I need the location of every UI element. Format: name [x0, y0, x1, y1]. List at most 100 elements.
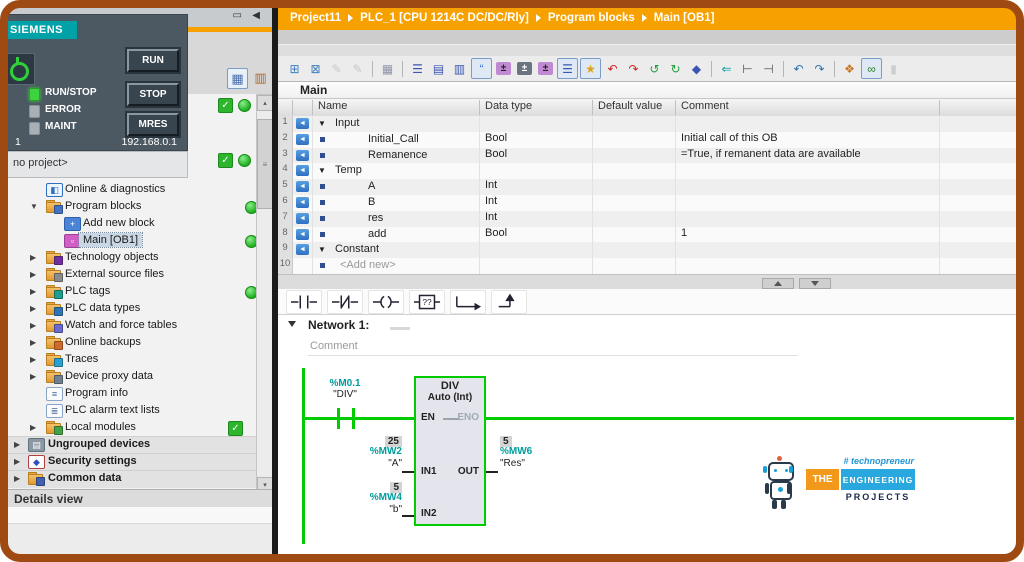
cell-default-value[interactable] [593, 147, 676, 164]
auto-rewire-icon[interactable]: ✎ [327, 59, 346, 78]
chevron-right-icon[interactable]: ▶ [30, 355, 36, 364]
monitoring-toggle-icon[interactable]: ∞ [861, 58, 882, 79]
mres-button[interactable]: MRES [127, 113, 179, 136]
empty-box-icon[interactable]: ?? [409, 289, 445, 314]
sidebar-item-traces[interactable]: ▶ Traces [6, 351, 272, 368]
cell-data-type[interactable] [480, 258, 593, 274]
table-row[interactable]: 7 ◄ res Int [278, 210, 1018, 227]
cell-data-type[interactable] [480, 163, 593, 180]
open-branch-icon[interactable] [450, 289, 486, 314]
cell-comment[interactable]: Initial call of this OB [676, 131, 940, 148]
splitter-expand-down-icon[interactable] [799, 278, 831, 289]
chevron-down-icon[interactable]: ▼ [30, 202, 38, 211]
sidebar-item-plc-data-types[interactable]: ▶ PLC data types [6, 300, 272, 317]
sidebar-item-program-blocks[interactable]: ▼ Program blocks [6, 198, 272, 215]
in1-address[interactable]: %MW2 [338, 446, 402, 458]
sidebar-item-online-diagnostics[interactable]: ◧ Online & diagnostics [6, 181, 272, 198]
table-row[interactable]: 4 ◄ ▼ Temp [278, 163, 1018, 180]
block-calls-icon[interactable]: ▦ [378, 59, 397, 78]
cell-default-value[interactable] [593, 258, 676, 274]
chevron-right-icon[interactable]: ▶ [30, 321, 36, 330]
table-row[interactable]: 1 ◄ ▼ Input [278, 116, 1018, 132]
negative-edge-icon[interactable]: ⊣ [759, 59, 778, 78]
block-mode[interactable]: Auto (Int) [416, 392, 484, 403]
cell-name[interactable]: B [313, 195, 480, 211]
sidebar-item-online-backups[interactable]: ▶ Online backups [6, 334, 272, 351]
sidebar-item-plc-alarm-text-lists[interactable]: ≣ PLC alarm text lists [6, 402, 272, 419]
cell-name[interactable]: <Add new> [313, 258, 480, 274]
cell-data-type[interactable] [480, 116, 593, 132]
contact-address[interactable]: %M0.1 [310, 378, 380, 389]
sidebar-item-device-proxy-data[interactable]: ▶ Device proxy data [6, 368, 272, 385]
collapse-networks-icon[interactable]: ▥ [450, 59, 469, 78]
table-row[interactable]: 5 ◄ A Int [278, 179, 1018, 195]
section-collapse-icon[interactable]: ▼ [318, 167, 326, 175]
favorites-wand-icon[interactable]: ★ [580, 58, 601, 79]
insert-network-icon[interactable]: ⊞ [285, 59, 304, 78]
sidebar-item-local-modules[interactable]: ▶ Local modules ✓ [6, 419, 272, 436]
no-contact-icon[interactable] [286, 289, 322, 314]
contact-operand-label[interactable]: %M0.1 "DIV" [310, 378, 380, 400]
cell-name[interactable]: Initial_Call [313, 131, 480, 148]
table-row[interactable]: 9 ◄ ▼ Constant [278, 242, 1018, 259]
breadcrumb-project[interactable]: Project11 [290, 12, 341, 24]
cell-name[interactable]: ▼ Temp [313, 163, 480, 180]
details-view-header[interactable]: Details view [6, 489, 272, 507]
header-default-value[interactable]: Default value [593, 100, 676, 115]
in2-address[interactable]: %MW4 [338, 492, 402, 504]
in1-operand[interactable]: 25 %MW2 "A" [338, 434, 402, 470]
cell-default-value[interactable] [593, 226, 676, 243]
section-collapse-icon[interactable]: ▼ [318, 246, 326, 254]
cell-comment[interactable] [676, 210, 940, 227]
sidebar-item-external-source-files[interactable]: ▶ External source files [6, 266, 272, 283]
chevron-right-icon[interactable]: ▶ [14, 440, 20, 449]
cell-default-value[interactable] [593, 179, 676, 195]
close-branch-icon[interactable] [491, 289, 527, 314]
cell-data-type[interactable]: Bool [480, 131, 593, 148]
in1-tag[interactable]: "A" [338, 458, 402, 470]
cell-comment[interactable]: 1 [676, 226, 940, 243]
table-row[interactable]: 10 <Add new> [278, 258, 1018, 274]
header-comment[interactable]: Comment [676, 100, 940, 115]
undo-icon[interactable]: ↶ [789, 59, 808, 78]
configuration-table-icon[interactable]: ▥ [251, 68, 270, 87]
header-data-type[interactable]: Data type [480, 100, 593, 115]
splitter-expand-up-icon[interactable] [762, 278, 794, 289]
negate-contact-icon[interactable]: ⇐ [717, 59, 736, 78]
chevron-right-icon[interactable]: ▶ [30, 423, 36, 432]
cell-name[interactable]: A [313, 179, 480, 195]
network-comments-icon[interactable]: “ [471, 58, 492, 79]
cell-data-type[interactable]: Int [480, 179, 593, 195]
table-row[interactable]: 8 ◄ add Bool 1 [278, 226, 1018, 243]
sidebar-item-technology-objects[interactable]: ▶ Technology objects [6, 249, 272, 266]
header-name[interactable]: Name [313, 100, 480, 115]
know-how-protection-icon[interactable]: ❖ [840, 59, 859, 78]
expand-operands-icon[interactable]: ± [536, 59, 555, 78]
cell-comment[interactable]: =True, if remanent data are available [676, 147, 940, 164]
run-button[interactable]: RUN [127, 49, 179, 72]
table-row[interactable]: 6 ◄ B Int [278, 195, 1018, 211]
scroll-up-icon[interactable]: ▴ [257, 95, 273, 111]
cell-default-value[interactable] [593, 195, 676, 211]
network-collapse-icon[interactable] [288, 321, 296, 327]
cell-comment[interactable] [676, 179, 940, 195]
in2-operand[interactable]: 5 %MW4 "b" [338, 480, 402, 516]
div-instruction-block[interactable]: DIV Auto (Int) EN ENO IN1 OUT IN2 [414, 376, 486, 526]
cell-comment[interactable] [676, 242, 940, 259]
cell-comment[interactable] [676, 163, 940, 180]
network-comment-placeholder[interactable]: Comment [310, 340, 358, 352]
consistency-check-icon[interactable]: ◆ [687, 59, 706, 78]
sidebar-item-main-ob1[interactable]: ▫ Main [OB1] [6, 232, 272, 249]
cell-comment[interactable] [676, 195, 940, 211]
coil-icon[interactable] [368, 289, 404, 314]
breadcrumb-program-blocks[interactable]: Program blocks [548, 12, 635, 24]
manual-rewire-icon[interactable]: ✎ [348, 59, 367, 78]
expand-networks-icon[interactable]: ▤ [429, 59, 448, 78]
chevron-right-icon[interactable]: ▶ [14, 457, 20, 466]
contact-bar-right[interactable] [352, 408, 355, 429]
chevron-right-icon[interactable]: ▶ [30, 270, 36, 279]
out-address[interactable]: %MW6 [500, 446, 564, 458]
cell-default-value[interactable] [593, 116, 676, 132]
chevron-right-icon[interactable]: ▶ [30, 338, 36, 347]
network-header[interactable]: Network 1: [278, 315, 1018, 336]
